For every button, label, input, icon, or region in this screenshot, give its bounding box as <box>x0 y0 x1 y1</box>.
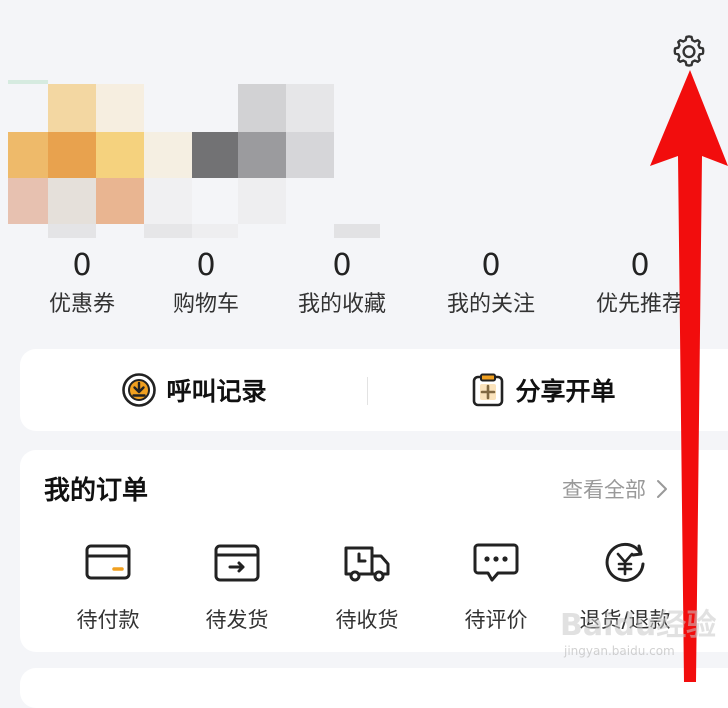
truck-icon <box>344 546 390 582</box>
watermark: Baidu经验 jingyan.baidu.com <box>560 600 720 670</box>
stat-label: 购物车 <box>172 292 239 317</box>
watermark-text: Baidu经验 <box>560 608 717 643</box>
order-label: 待付款 <box>76 608 140 632</box>
quick-actions-card: 呼叫记录 分享开单 <box>20 349 728 431</box>
share-order-label: 分享开单 <box>515 377 616 406</box>
share-order-icon <box>469 371 507 409</box>
order-pending-payment[interactable]: 待付款 <box>48 542 168 634</box>
stat-value: 0 <box>332 248 352 283</box>
chat-bubble-icon <box>473 543 519 582</box>
red-arrow-annotation <box>650 70 728 682</box>
call-record-button[interactable]: 呼叫记录 <box>20 349 367 431</box>
stat-favorites[interactable]: 0 我的收藏 <box>272 248 412 320</box>
order-pending-receipt[interactable]: 待收货 <box>307 542 427 634</box>
call-record-label: 呼叫记录 <box>166 377 267 406</box>
stat-value: 0 <box>72 248 92 283</box>
gear-icon <box>673 35 705 67</box>
order-label: 待收货 <box>335 608 399 632</box>
stat-following[interactable]: 0 我的关注 <box>421 248 561 320</box>
stat-coupons[interactable]: 0 优惠券 <box>12 248 152 320</box>
order-pending-review[interactable]: 待评价 <box>436 542 556 634</box>
order-pending-shipment[interactable]: 待发货 <box>177 542 297 634</box>
stats-row: 0 优惠券 0 购物车 0 我的收藏 0 我的关注 0 优先推荐 <box>0 248 728 328</box>
order-label: 待发货 <box>205 608 269 632</box>
view-all-label: 查看全部 <box>562 478 646 502</box>
stat-label: 我的收藏 <box>297 292 386 317</box>
avatar[interactable] <box>8 80 388 240</box>
stat-cart[interactable]: 0 购物车 <box>136 248 276 320</box>
watermark-url: jingyan.baidu.com <box>564 644 675 658</box>
next-card <box>20 668 728 708</box>
order-label: 待评价 <box>464 608 528 632</box>
stat-label: 我的关注 <box>446 292 535 317</box>
call-record-icon <box>120 371 158 409</box>
stat-value: 0 <box>481 248 501 283</box>
stat-label: 优惠券 <box>48 292 115 317</box>
box-send-icon <box>214 544 260 582</box>
orders-title: 我的订单 <box>44 476 149 506</box>
settings-button[interactable] <box>670 32 708 70</box>
stat-value: 0 <box>196 248 216 283</box>
card-icon <box>85 544 131 580</box>
